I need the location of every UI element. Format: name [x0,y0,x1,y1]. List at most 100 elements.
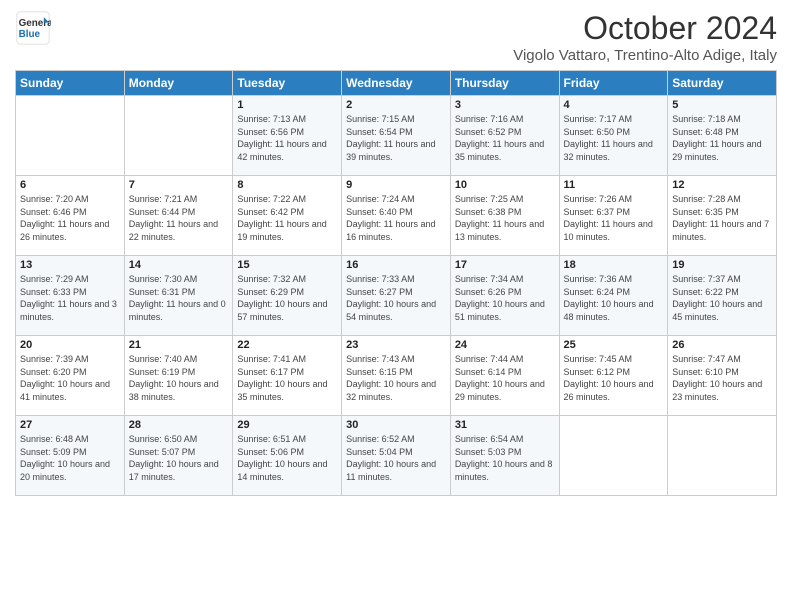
day-number: 20 [20,339,120,351]
day-number: 15 [237,259,337,271]
calendar-cell: 8 Sunrise: 7:22 AMSunset: 6:42 PMDaylight… [233,176,342,256]
calendar-cell: 25Sunrise: 7:45 AMSunset: 6:12 PMDayligh… [559,336,668,416]
calendar-cell: 6 Sunrise: 7:20 AMSunset: 6:46 PMDaylight… [16,176,125,256]
day-info: Sunrise: 6:52 AMSunset: 5:04 PMDaylight:… [346,433,446,483]
day-info: Sunrise: 7:34 AMSunset: 6:26 PMDaylight:… [455,273,555,323]
day-number: 1 [237,99,337,111]
day-number: 7 [129,179,229,191]
day-info: Sunrise: 7:16 AMSunset: 6:52 PMDaylight:… [455,113,555,163]
calendar-cell: 4Sunrise: 7:17 AMSunset: 6:50 PMDaylight… [559,96,668,176]
day-number: 12 [672,179,772,191]
calendar-cell: 16 Sunrise: 7:33 AMSunset: 6:27 PMDayligh… [342,256,451,336]
header: General Blue October 2024 Vigolo Vattaro… [15,10,777,64]
week-row-1: 1 Sunrise: 7:13 AMSunset: 6:56 PMDaylight… [16,96,777,176]
calendar-cell [668,416,777,496]
day-info: Sunrise: 7:40 AMSunset: 6:19 PMDaylight:… [129,353,229,403]
weekday-header-tuesday: Tuesday [233,71,342,96]
weekday-header-monday: Monday [124,71,233,96]
day-info: Sunrise: 7:24 AMSunset: 6:40 PMDaylight:… [346,193,446,243]
week-row-3: 13 Sunrise: 7:29 AMSunset: 6:33 PMDayligh… [16,256,777,336]
day-info: Sunrise: 7:22 AMSunset: 6:42 PMDaylight:… [237,193,337,243]
day-info: Sunrise: 7:20 AMSunset: 6:46 PMDaylight:… [20,193,120,243]
day-number: 24 [455,339,555,351]
day-info: Sunrise: 7:25 AMSunset: 6:38 PMDaylight:… [455,193,555,243]
calendar-table: SundayMondayTuesdayWednesdayThursdayFrid… [15,70,777,496]
day-info: Sunrise: 7:18 AMSunset: 6:48 PMDaylight:… [672,113,772,163]
calendar-cell: 5Sunrise: 7:18 AMSunset: 6:48 PMDaylight… [668,96,777,176]
calendar-cell [124,96,233,176]
calendar-cell: 30 Sunrise: 6:52 AMSunset: 5:04 PMDayligh… [342,416,451,496]
day-info: Sunrise: 7:41 AMSunset: 6:17 PMDaylight:… [237,353,337,403]
location-title: Vigolo Vattaro, Trentino-Alto Adige, Ita… [513,47,777,64]
calendar-cell: 11Sunrise: 7:26 AMSunset: 6:37 PMDayligh… [559,176,668,256]
day-info: Sunrise: 7:30 AMSunset: 6:31 PMDaylight:… [129,273,229,323]
day-number: 13 [20,259,120,271]
calendar-cell: 26Sunrise: 7:47 AMSunset: 6:10 PMDayligh… [668,336,777,416]
week-row-5: 27Sunrise: 6:48 AMSunset: 5:09 PMDayligh… [16,416,777,496]
svg-text:Blue: Blue [19,29,41,40]
calendar-cell: 17 Sunrise: 7:34 AMSunset: 6:26 PMDayligh… [450,256,559,336]
calendar-cell: 22 Sunrise: 7:41 AMSunset: 6:17 PMDayligh… [233,336,342,416]
day-info: Sunrise: 7:37 AMSunset: 6:22 PMDaylight:… [672,273,772,323]
day-number: 19 [672,259,772,271]
calendar-cell: 27Sunrise: 6:48 AMSunset: 5:09 PMDayligh… [16,416,125,496]
day-info: Sunrise: 7:17 AMSunset: 6:50 PMDaylight:… [564,113,664,163]
calendar-cell [559,416,668,496]
day-info: Sunrise: 7:45 AMSunset: 6:12 PMDaylight:… [564,353,664,403]
day-info: Sunrise: 7:15 AMSunset: 6:54 PMDaylight:… [346,113,446,163]
weekday-header-friday: Friday [559,71,668,96]
day-number: 27 [20,419,120,431]
day-number: 16 [346,259,446,271]
weekday-header-sunday: Sunday [16,71,125,96]
day-number: 30 [346,419,446,431]
calendar-cell: 28 Sunrise: 6:50 AMSunset: 5:07 PMDayligh… [124,416,233,496]
calendar-cell: 1 Sunrise: 7:13 AMSunset: 6:56 PMDaylight… [233,96,342,176]
day-info: Sunrise: 7:43 AMSunset: 6:15 PMDaylight:… [346,353,446,403]
day-number: 18 [564,259,664,271]
calendar-cell: 18Sunrise: 7:36 AMSunset: 6:24 PMDayligh… [559,256,668,336]
day-info: Sunrise: 7:47 AMSunset: 6:10 PMDaylight:… [672,353,772,403]
day-number: 2 [346,99,446,111]
calendar-cell: 10 Sunrise: 7:25 AMSunset: 6:38 PMDayligh… [450,176,559,256]
logo-icon: General Blue [15,10,51,46]
week-row-4: 20Sunrise: 7:39 AMSunset: 6:20 PMDayligh… [16,336,777,416]
logo: General Blue [15,10,55,46]
calendar-cell: 7 Sunrise: 7:21 AMSunset: 6:44 PMDaylight… [124,176,233,256]
weekday-header-saturday: Saturday [668,71,777,96]
month-title: October 2024 [513,10,777,47]
day-info: Sunrise: 7:32 AMSunset: 6:29 PMDaylight:… [237,273,337,323]
day-number: 28 [129,419,229,431]
weekday-header-thursday: Thursday [450,71,559,96]
day-number: 22 [237,339,337,351]
page: General Blue October 2024 Vigolo Vattaro… [0,0,792,612]
title-block: October 2024 Vigolo Vattaro, Trentino-Al… [513,10,777,64]
calendar-cell: 2 Sunrise: 7:15 AMSunset: 6:54 PMDaylight… [342,96,451,176]
day-info: Sunrise: 6:54 AMSunset: 5:03 PMDaylight:… [455,433,555,483]
calendar-cell: 15 Sunrise: 7:32 AMSunset: 6:29 PMDayligh… [233,256,342,336]
day-number: 29 [237,419,337,431]
day-number: 11 [564,179,664,191]
day-info: Sunrise: 7:44 AMSunset: 6:14 PMDaylight:… [455,353,555,403]
day-info: Sunrise: 6:50 AMSunset: 5:07 PMDaylight:… [129,433,229,483]
weekday-header-row: SundayMondayTuesdayWednesdayThursdayFrid… [16,71,777,96]
day-info: Sunrise: 7:33 AMSunset: 6:27 PMDaylight:… [346,273,446,323]
calendar-cell: 20Sunrise: 7:39 AMSunset: 6:20 PMDayligh… [16,336,125,416]
day-info: Sunrise: 7:29 AMSunset: 6:33 PMDaylight:… [20,273,120,323]
day-number: 31 [455,419,555,431]
calendar-cell: 19 Sunrise: 7:37 AMSunset: 6:22 PMDayligh… [668,256,777,336]
calendar-cell: 9Sunrise: 7:24 AMSunset: 6:40 PMDaylight… [342,176,451,256]
day-info: Sunrise: 7:13 AMSunset: 6:56 PMDaylight:… [237,113,337,163]
calendar-cell: 24 Sunrise: 7:44 AMSunset: 6:14 PMDayligh… [450,336,559,416]
weekday-header-wednesday: Wednesday [342,71,451,96]
day-number: 17 [455,259,555,271]
calendar-cell: 12Sunrise: 7:28 AMSunset: 6:35 PMDayligh… [668,176,777,256]
day-number: 8 [237,179,337,191]
calendar-cell: 3Sunrise: 7:16 AMSunset: 6:52 PMDaylight… [450,96,559,176]
calendar-cell: 29Sunrise: 6:51 AMSunset: 5:06 PMDayligh… [233,416,342,496]
day-number: 10 [455,179,555,191]
calendar-cell: 23 Sunrise: 7:43 AMSunset: 6:15 PMDayligh… [342,336,451,416]
day-number: 23 [346,339,446,351]
day-info: Sunrise: 7:21 AMSunset: 6:44 PMDaylight:… [129,193,229,243]
week-row-2: 6 Sunrise: 7:20 AMSunset: 6:46 PMDaylight… [16,176,777,256]
day-number: 6 [20,179,120,191]
